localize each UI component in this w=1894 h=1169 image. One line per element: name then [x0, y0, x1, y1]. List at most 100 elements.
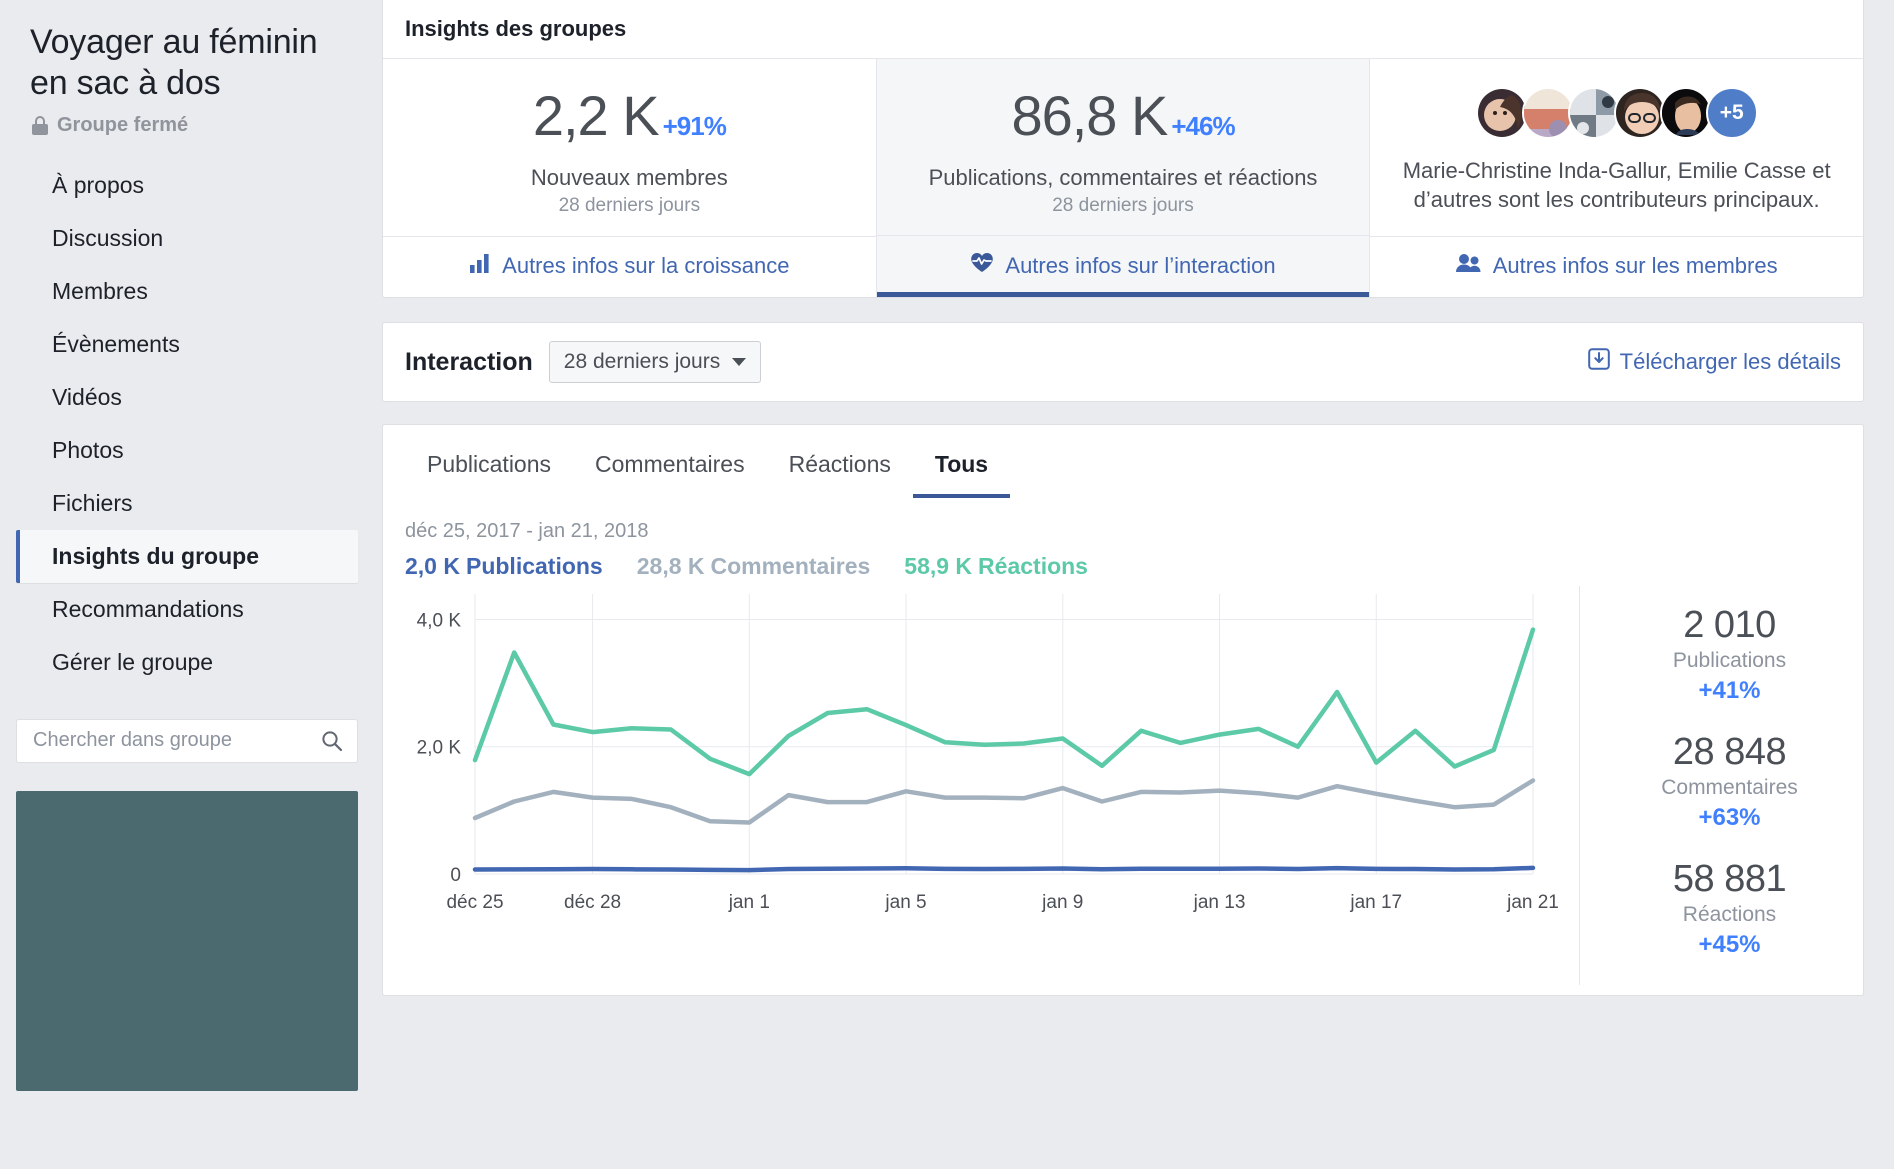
svg-text:déc 25: déc 25 — [446, 892, 503, 913]
members-body: +5 Marie-Christine Inda-Gallur, Emilie C… — [1370, 59, 1863, 236]
sidebar-item-gerer-le-groupe[interactable]: Gérer le groupe — [16, 636, 358, 689]
growth-more-label: Autres infos sur la croissance — [502, 253, 790, 279]
avatar-more-badge[interactable]: +5 — [1705, 87, 1758, 139]
chart-area: 0 2,0 K 4,0 K déc 25 déc 28 jan 1 jan 5 jan 9 ja… — [383, 580, 1863, 986]
legend-name-commentaires: Commentaires — [710, 553, 871, 580]
date-range-dropdown[interactable]: 28 derniers jours — [548, 341, 762, 384]
insights-card-members[interactable]: +5 Marie-Christine Inda-Gallur, Emilie C… — [1370, 59, 1864, 297]
members-more-label: Autres infos sur les membres — [1492, 253, 1778, 279]
legend-value-reactions: 58,9 K — [904, 553, 973, 580]
svg-text:4,0 K: 4,0 K — [417, 611, 462, 632]
sidebar-item-photos[interactable]: Photos — [16, 424, 358, 477]
chart-legend: 2,0 K Publications 28,8 K Commentaires 58,… — [383, 543, 1863, 580]
search-icon — [321, 730, 343, 752]
download-details-button[interactable]: Télécharger les détails — [1587, 348, 1841, 376]
members-more-link[interactable]: Autres infos sur les membres — [1370, 236, 1864, 297]
summary-reactions: 58 881 Réactions +45% — [1600, 858, 1859, 959]
summary-commentaires-delta: +63% — [1698, 804, 1761, 832]
growth-number-wrap: 2,2 K +91% — [532, 84, 727, 147]
search-input[interactable] — [33, 729, 321, 753]
avatar — [1521, 87, 1574, 139]
engagement-label: Publications, commentaires et réactions — [928, 164, 1318, 190]
interaction-toolbar: Interaction 28 derniers jours Télécharge… — [382, 322, 1864, 403]
heart-pulse-icon — [970, 252, 994, 279]
sidebar-item-insights-du-groupe[interactable]: Insights du groupe — [16, 529, 358, 583]
tab-tous[interactable]: Tous — [912, 425, 1011, 499]
avatar — [1567, 87, 1620, 139]
legend-item-publications[interactable]: 2,0 K Publications — [405, 553, 603, 580]
group-search[interactable] — [16, 718, 358, 763]
main-content: Insights des groupes 2,2 K +91% Nouveaux… — [376, 0, 1894, 1169]
summary-publications-number: 2 010 — [1683, 604, 1776, 647]
interaction-title: Interaction — [405, 347, 533, 376]
legend-item-commentaires[interactable]: 28,8 K Commentaires — [637, 553, 871, 580]
contributors-text: Marie-Christine Inda-Gallur, Emilie Cass… — [1402, 158, 1831, 212]
growth-body: 2,2 K +91% Nouveaux membres 28 derniers … — [383, 59, 876, 236]
avatar — [1475, 87, 1528, 139]
lock-icon — [32, 115, 48, 135]
svg-text:jan 21: jan 21 — [1506, 892, 1559, 913]
insights-card-engagement[interactable]: 86,8 K +46% Publications, commentaires e… — [876, 59, 1371, 298]
sidebar-item-a-propos[interactable]: À propos — [16, 159, 358, 212]
summary-reactions-number: 58 881 — [1672, 858, 1787, 901]
summary-publications: 2 010 Publications +41% — [1600, 604, 1859, 705]
insights-title: Insights des groupes — [405, 16, 627, 41]
growth-delta: +91% — [662, 111, 727, 141]
group-title: Voyager au féminin en sac à dos — [30, 23, 318, 103]
sidebar-item-membres[interactable]: Membres — [16, 265, 358, 318]
page-root: Voyager au féminin en sac à dos Groupe f… — [0, 0, 1894, 1169]
summary-commentaires: 28 848 Commentaires +63% — [1600, 731, 1859, 832]
tab-commentaires[interactable]: Commentaires — [573, 425, 767, 498]
sidebar-item-recommandations[interactable]: Recommandations — [16, 583, 358, 636]
legend-item-reactions[interactable]: 58,9 K Réactions — [904, 553, 1088, 580]
contributor-avatars: +5 — [1475, 87, 1758, 139]
svg-text:jan 9: jan 9 — [1041, 892, 1083, 913]
svg-text:2,0 K: 2,0 K — [417, 738, 462, 759]
group-privacy-label: Groupe fermé — [57, 113, 189, 136]
legend-name-publications: Publications — [465, 553, 603, 580]
date-range-value: 28 derniers jours — [563, 350, 721, 374]
growth-more-link[interactable]: Autres infos sur la croissance — [383, 236, 876, 297]
summary-publications-delta: +41% — [1698, 677, 1761, 705]
insights-card: Insights des groupes 2,2 K +91% Nouveaux… — [382, 0, 1864, 299]
people-icon — [1455, 253, 1482, 279]
tab-reactions[interactable]: Réactions — [767, 425, 913, 498]
chart-plot-container: 0 2,0 K 4,0 K déc 25 déc 28 jan 1 jan 5 jan 9 ja… — [383, 586, 1563, 985]
growth-number: 2,2 K — [532, 84, 660, 147]
svg-text:0: 0 — [450, 865, 461, 886]
download-icon — [1587, 348, 1610, 376]
engagement-sublabel: 28 derniers jours — [1052, 195, 1194, 217]
sidebar: Voyager au féminin en sac à dos Groupe f… — [0, 0, 376, 1169]
summary-commentaires-number: 28 848 — [1672, 731, 1787, 774]
insights-stat-row: 2,2 K +91% Nouveaux membres 28 derniers … — [383, 58, 1864, 298]
avatar — [1659, 87, 1712, 139]
tab-publications[interactable]: Publications — [405, 425, 573, 498]
engagement-more-label: Autres infos sur l’interaction — [1005, 252, 1276, 278]
summary-reactions-label: Réactions — [1682, 903, 1777, 927]
svg-text:déc 28: déc 28 — [564, 892, 621, 913]
interaction-line-chart: 0 2,0 K 4,0 K déc 25 déc 28 jan 1 jan 5 jan 9 ja… — [417, 594, 1559, 913]
sidebar-item-videos[interactable]: Vidéos — [16, 371, 358, 424]
legend-name-reactions: Réactions — [978, 553, 1088, 580]
growth-label: Nouveaux membres — [530, 164, 728, 190]
svg-text:jan 1: jan 1 — [728, 892, 770, 913]
sidebar-item-discussion[interactable]: Discussion — [16, 212, 358, 265]
svg-text:jan 5: jan 5 — [884, 892, 926, 913]
sidebar-item-fichiers[interactable]: Fichiers — [16, 477, 358, 530]
engagement-number: 86,8 K — [1011, 84, 1168, 147]
summary-reactions-delta: +45% — [1698, 931, 1761, 959]
interaction-chart-card: Publications Commentaires Réactions Tous… — [382, 424, 1864, 997]
summary-commentaires-label: Commentaires — [1661, 776, 1798, 800]
sidebar-item-evenements[interactable]: Évènements — [16, 318, 358, 371]
insights-card-growth[interactable]: 2,2 K +91% Nouveaux membres 28 derniers … — [383, 59, 877, 298]
chart-tabs: Publications Commentaires Réactions Tous — [383, 425, 1863, 499]
engagement-more-link[interactable]: Autres infos sur l’interaction — [876, 235, 1370, 297]
engagement-delta: +46% — [1171, 111, 1235, 141]
svg-text:jan 17: jan 17 — [1349, 892, 1402, 913]
svg-text:jan 13: jan 13 — [1193, 892, 1246, 913]
summary-publications-label: Publications — [1672, 649, 1787, 673]
engagement-body: 86,8 K +46% Publications, commentaires e… — [877, 59, 1370, 235]
bar-chart-icon — [469, 253, 491, 279]
avatar — [1613, 87, 1666, 139]
download-details-label: Télécharger les détails — [1619, 349, 1841, 375]
